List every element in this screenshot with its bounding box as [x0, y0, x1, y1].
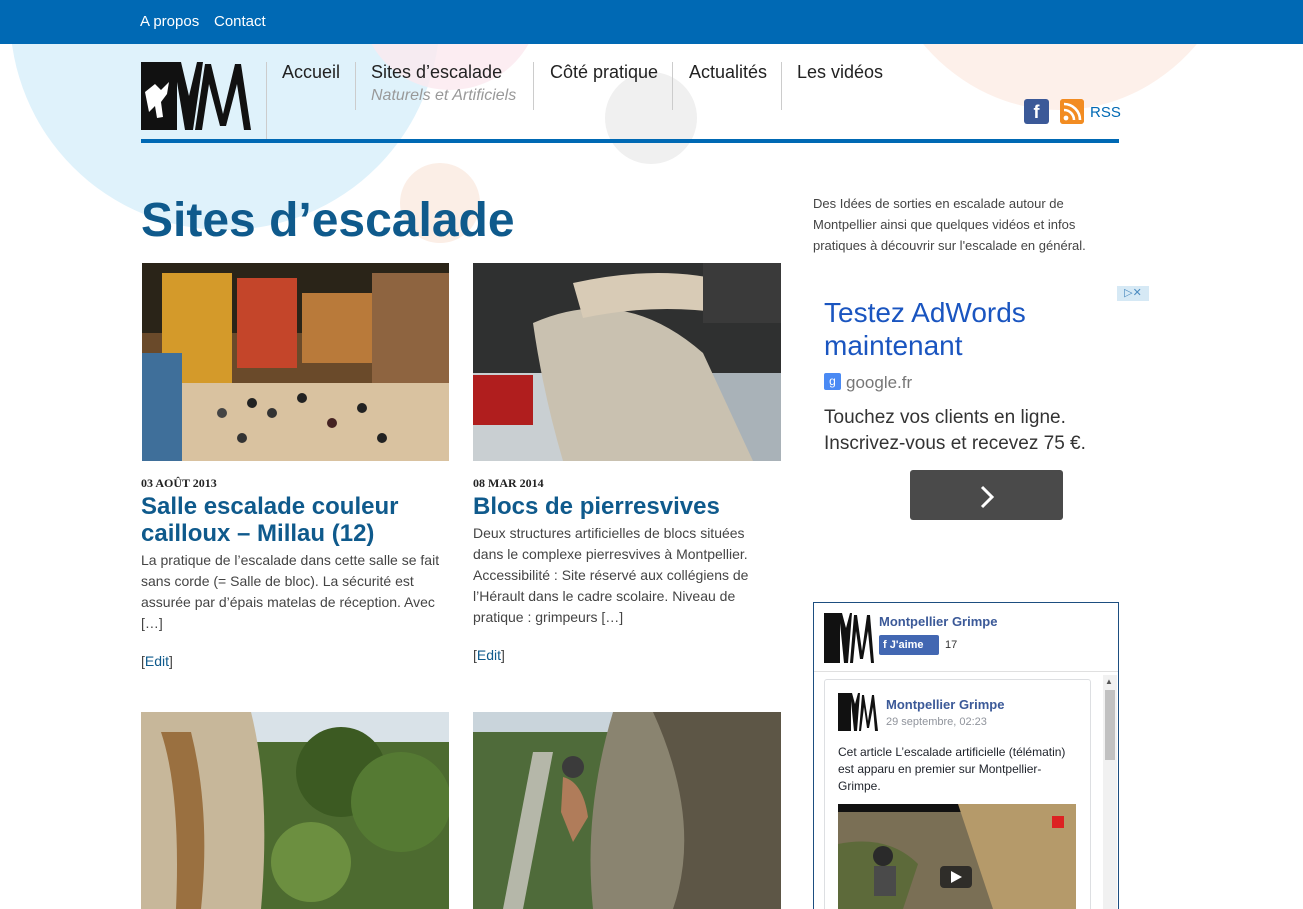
nav-item-les-videos[interactable]: Les vidéos	[797, 62, 883, 114]
like-label: J'aime	[889, 639, 924, 651]
nav-item-label: Sites d’escalade	[371, 62, 503, 82]
nav-divider	[781, 62, 782, 110]
ad-arrow-button[interactable]	[910, 470, 1063, 520]
edit-link[interactable]: Edit	[145, 653, 169, 669]
video-thumbnail[interactable]	[838, 804, 1076, 909]
facebook-page-widget: Montpellier Grimpe f J'aime 17 Montpelli…	[813, 602, 1119, 909]
post-text: Cet article L’escalade artificielle (tél…	[838, 745, 1066, 793]
post-date: 03 AOÛT 2013	[141, 476, 217, 490]
nav-link-a-propos[interactable]: A propos	[140, 13, 199, 30]
edit-link[interactable]: Edit	[477, 647, 501, 663]
post-timestamp[interactable]: 29 septembre, 02:23	[886, 716, 987, 728]
post-excerpt: Deux structures artificielles de blocs s…	[473, 525, 749, 625]
site-logo[interactable]	[141, 62, 253, 130]
facebook-icon[interactable]: f	[1024, 99, 1049, 124]
nav-item-cote-pratique[interactable]: Côté pratique	[550, 62, 658, 114]
like-count: 17	[945, 639, 958, 651]
post-thumbnail[interactable]	[141, 712, 449, 909]
nav-item-actualites[interactable]: Actualités	[689, 62, 767, 114]
page-avatar[interactable]	[824, 613, 874, 663]
nav-item-label: Côté pratique	[550, 62, 659, 82]
ad-body: Touchez vos clients en ligne. Inscrivez-…	[824, 407, 1086, 454]
post-author-avatar[interactable]	[838, 693, 878, 731]
ad-headline[interactable]: Testez AdWords maintenant	[824, 296, 1124, 362]
page-title: Sites d’escalade	[141, 194, 515, 247]
post-excerpt: La pratique de l’escalade dans cette sal…	[141, 552, 440, 631]
header-divider	[266, 62, 267, 140]
nav-link-contact[interactable]: Contact	[214, 13, 266, 30]
post-title[interactable]: Salle escalade couleur cailloux – Millau…	[141, 493, 441, 547]
ad-source[interactable]: google.fr	[846, 373, 912, 393]
google-plus-icon: g	[824, 373, 841, 390]
like-button[interactable]: f J'aime	[879, 635, 939, 655]
widget-divider	[814, 671, 1118, 672]
edit-link-wrapper: [Edit]	[141, 653, 173, 669]
facebook-icon: f	[883, 639, 890, 651]
post-title[interactable]: Blocs de pierresvives	[473, 493, 781, 520]
post-author[interactable]: Montpellier Grimpe	[886, 697, 1004, 712]
nav-divider	[355, 62, 356, 110]
post-date: 08 MAR 2014	[473, 476, 544, 490]
scroll-up-icon[interactable]: ▲	[1105, 677, 1113, 686]
sidebar-intro: Des Idées de sorties en escalade autour …	[813, 196, 1086, 253]
header-rule	[141, 139, 1119, 143]
post-thumbnail[interactable]	[473, 712, 781, 909]
post-thumbnail[interactable]	[142, 263, 449, 461]
scrollbar-thumb[interactable]	[1105, 690, 1115, 760]
nav-item-accueil[interactable]: Accueil	[282, 62, 340, 114]
nav-divider	[672, 62, 673, 110]
nav-divider	[533, 62, 534, 110]
nav-item-label: Actualités	[689, 62, 768, 82]
page-name[interactable]: Montpellier Grimpe	[879, 614, 997, 629]
chevron-right-icon	[980, 485, 994, 508]
nav-item-label: Les vidéos	[797, 62, 884, 82]
nav-item-sites-escalade[interactable]: Sites d’escalade Naturels et Artificiels	[371, 62, 516, 114]
feed-post: Montpellier Grimpe 29 septembre, 02:23 C…	[824, 679, 1091, 909]
nav-item-label: Accueil	[282, 62, 341, 82]
rss-icon[interactable]	[1060, 99, 1084, 124]
rss-link[interactable]: RSS	[1090, 104, 1121, 121]
top-bar: A propos Contact	[0, 0, 1303, 44]
post-thumbnail[interactable]	[473, 263, 781, 461]
edit-link-wrapper: [Edit]	[473, 647, 505, 663]
nav-item-sublabel: Naturels et Artificiels	[371, 87, 517, 104]
